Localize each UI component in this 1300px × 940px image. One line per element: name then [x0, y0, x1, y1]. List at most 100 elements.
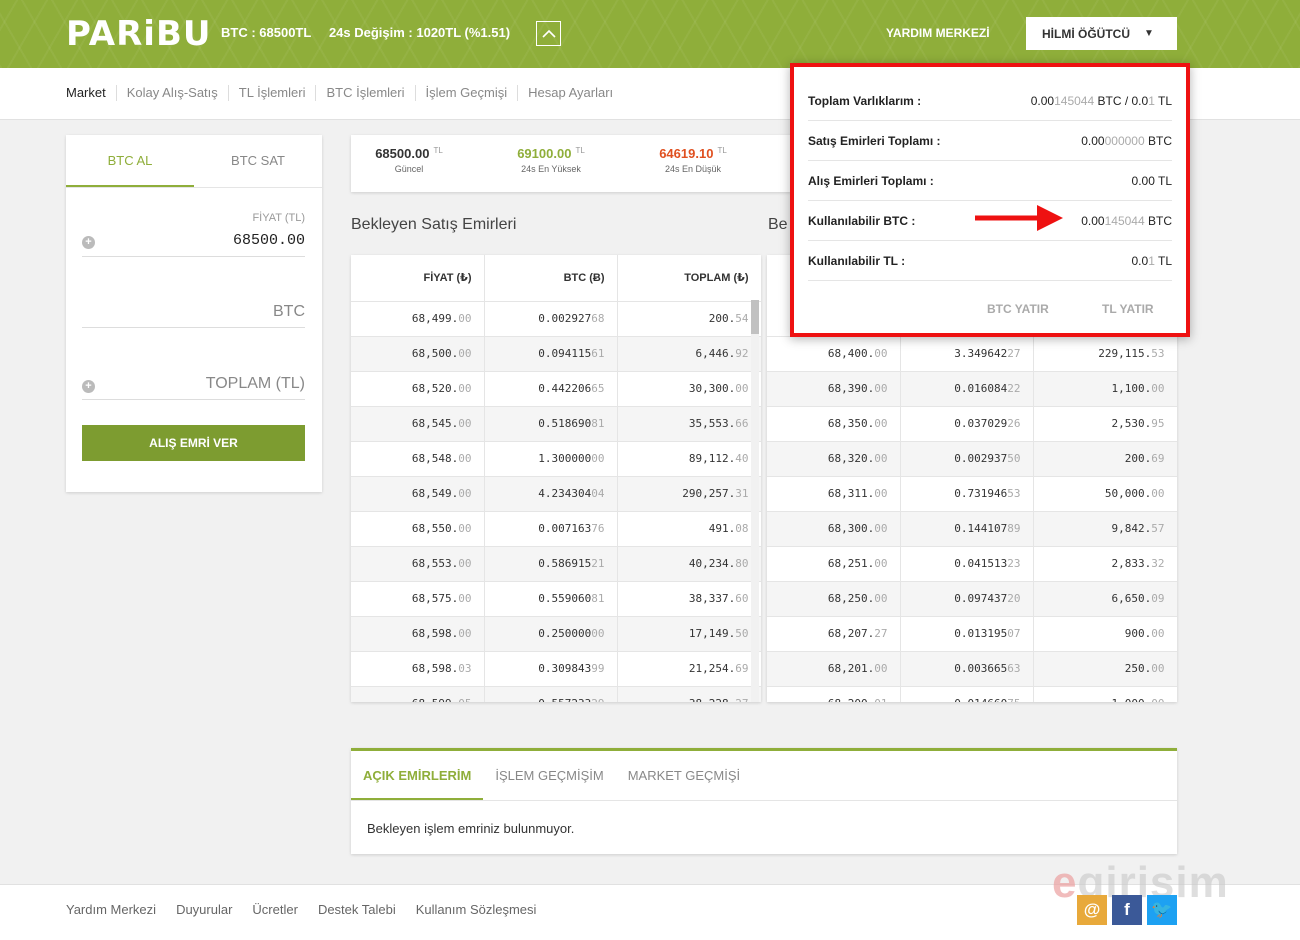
scrollbar-thumb[interactable]: [751, 300, 759, 334]
cell-btc: 0.01319507: [900, 616, 1034, 652]
orders-panel: AÇIK EMİRLERİM İŞLEM GEÇMİŞİM MARKET GEÇMİ…: [351, 748, 1177, 854]
balance-value: 0.00 TL: [1131, 174, 1172, 188]
cell-btc: 0.00716376: [484, 511, 618, 547]
total-field[interactable]: + TOPLAM (TL): [82, 365, 305, 400]
balance-summary-popup: Toplam Varlıklarım : 0.00145044 BTC / 0.0…: [790, 63, 1190, 337]
stat-2: 64619.10 TL 24s En Düşük: [633, 146, 753, 174]
btc-amount-input[interactable]: BTC: [273, 303, 305, 321]
order-row[interactable]: 68,545.00 0.51869081 35,553.66: [351, 406, 761, 442]
cell-total: 17,149.50: [617, 616, 761, 652]
price-ticker: BTC : 68500TL 24s Değişim : 1020TL (%1.5…: [221, 25, 524, 40]
order-row[interactable]: 68,598.00 0.25000000 17,149.50: [351, 616, 761, 652]
cell-price: 68,520.00: [351, 371, 485, 407]
plus-circle-icon[interactable]: +: [82, 236, 95, 249]
order-row[interactable]: 68,250.00 0.09743720 6,650.09: [767, 581, 1177, 617]
order-row[interactable]: 68,548.00 1.30000000 89,112.40: [351, 441, 761, 477]
balance-value: 0.00000000 BTC: [1081, 134, 1172, 148]
order-row[interactable]: 68,390.00 0.01608422 1,100.00: [767, 371, 1177, 407]
total-input[interactable]: TOPLAM (TL): [206, 375, 305, 393]
plus-circle-icon[interactable]: +: [82, 380, 95, 393]
cell-btc: 0.44220665: [484, 371, 618, 407]
cell-total: 2,833.32: [1033, 546, 1177, 582]
cell-price: 68,390.00: [767, 371, 901, 407]
cell-btc: 3.34964227: [900, 336, 1034, 372]
footer-link-3[interactable]: Destek Talebi: [318, 902, 396, 917]
help-center-link[interactable]: YARDIM MERKEZİ: [886, 26, 990, 40]
empty-orders-message: Bekleyen işlem emriniz bulunmuyor.: [367, 821, 575, 836]
balance-label: Kullanılabilir TL :: [808, 254, 906, 268]
cell-btc: 0.25000000: [484, 616, 618, 652]
order-row[interactable]: 68,549.00 4.23430404 290,257.31: [351, 476, 761, 512]
email-icon[interactable]: @: [1077, 895, 1107, 925]
orders-tab-0[interactable]: AÇIK EMİRLERİM: [351, 751, 484, 800]
deposit-btc-button[interactable]: BTC YATIR: [987, 302, 1049, 316]
order-row[interactable]: 68,599.050.5572332938,228.27: [351, 686, 761, 702]
sell-header-1: BTC (Ƀ): [484, 255, 618, 302]
price-field[interactable]: FİYAT (TL) + 68500.00: [82, 210, 305, 257]
cell-price: 68,550.00: [351, 511, 485, 547]
orders-tab-2[interactable]: MARKET GEÇMİŞİ: [616, 751, 752, 800]
cell-btc: 0.51869081: [484, 406, 618, 442]
nav-item-4[interactable]: İşlem Geçmişi: [414, 85, 518, 101]
balance-label: Satış Emirleri Toplamı :: [808, 134, 941, 148]
nav-item-2[interactable]: TL İşlemleri: [227, 85, 316, 101]
facebook-icon[interactable]: f: [1112, 895, 1142, 925]
cell-total: 290,257.31: [617, 476, 761, 512]
balance-value: 0.00145044 BTC: [1081, 214, 1172, 228]
order-row[interactable]: 68,320.00 0.00293750 200.69: [767, 441, 1177, 477]
cell-price: 68,320.00: [767, 441, 901, 477]
footer-link-1[interactable]: Duyurular: [176, 902, 232, 917]
paribu-logo[interactable]: PARiBU: [66, 14, 211, 54]
order-row[interactable]: 68,553.00 0.58691521 40,234.80: [351, 546, 761, 582]
cell-total: 35,553.66: [617, 406, 761, 442]
order-row[interactable]: 68,500.00 0.09411561 6,446.92: [351, 336, 761, 372]
order-row[interactable]: 68,520.00 0.44220665 30,300.00: [351, 371, 761, 407]
price-input[interactable]: 68500.00: [233, 232, 305, 249]
stat-unit: TL: [575, 146, 585, 155]
deposit-tl-button[interactable]: TL YATIR: [1102, 302, 1154, 316]
order-row[interactable]: 68,200.010.014660751,000.00: [767, 686, 1177, 702]
cell-price: 68,545.00: [351, 406, 485, 442]
price-label: FİYAT (TL): [252, 212, 305, 224]
order-row[interactable]: 68,311.00 0.73194653 50,000.00: [767, 476, 1177, 512]
sell-header-2: TOPLAM (₺): [617, 255, 761, 302]
btc-amount-field[interactable]: BTC: [82, 295, 305, 328]
balance-label: Kullanılabilir BTC :: [808, 214, 916, 228]
user-menu-button[interactable]: HİLMİ ÖĞÜTCÜ ▼: [1026, 17, 1177, 50]
order-row[interactable]: 68,201.00 0.00366563 250.00: [767, 651, 1177, 687]
tab-btc-sell[interactable]: BTC SAT: [194, 135, 322, 187]
twitter-icon[interactable]: 🐦: [1147, 895, 1177, 925]
stat-1: 69100.00 TL 24s En Yüksek: [491, 146, 611, 174]
cell-total: 6,446.92: [617, 336, 761, 372]
nav-item-3[interactable]: BTC İşlemleri: [315, 85, 414, 101]
cell-total: 200.54: [617, 301, 761, 337]
cell-price: 68,548.00: [351, 441, 485, 477]
tab-btc-buy[interactable]: BTC AL: [66, 135, 194, 187]
order-row[interactable]: 68,350.00 0.03702926 2,530.95: [767, 406, 1177, 442]
chevron-up-icon[interactable]: [536, 21, 561, 46]
order-row[interactable]: 68,300.00 0.14410789 9,842.57: [767, 511, 1177, 547]
stat-value: 68500.00: [375, 146, 430, 161]
order-row[interactable]: 68,598.03 0.30984399 21,254.69: [351, 651, 761, 687]
footer-link-0[interactable]: Yardım Merkezi: [66, 902, 156, 917]
orders-tab-1[interactable]: İŞLEM GEÇMİŞİM: [483, 751, 615, 800]
order-row[interactable]: 68,550.00 0.00716376 491.08: [351, 511, 761, 547]
footer-link-4[interactable]: Kullanım Sözleşmesi: [416, 902, 537, 917]
order-row[interactable]: 68,207.27 0.01319507 900.00: [767, 616, 1177, 652]
order-row[interactable]: 68,575.00 0.55906081 38,337.60: [351, 581, 761, 617]
nav-item-5[interactable]: Hesap Ayarları: [517, 85, 623, 101]
nav-item-0[interactable]: Market: [66, 85, 116, 101]
buy-order-button[interactable]: ALIŞ EMRİ VER: [82, 425, 305, 461]
cell-btc: 0.04151323: [900, 546, 1034, 582]
cell-price: 68,250.00: [767, 581, 901, 617]
cell-total: 250.00: [1033, 651, 1177, 687]
order-row[interactable]: 68,251.00 0.04151323 2,833.32: [767, 546, 1177, 582]
footer-link-2[interactable]: Ücretler: [252, 902, 298, 917]
cell-btc: 0.30984399: [484, 651, 618, 687]
sell-book-scrollbar[interactable]: [751, 300, 759, 702]
cell-btc: 0.01466075: [900, 686, 1034, 702]
nav-item-1[interactable]: Kolay Alış-Satış: [115, 85, 228, 101]
order-row[interactable]: 68,499.00 0.00292768 200.54: [351, 301, 761, 337]
cell-btc: 0.00292768: [484, 301, 618, 337]
order-row[interactable]: 68,400.00 3.34964227 229,115.53: [767, 336, 1177, 372]
